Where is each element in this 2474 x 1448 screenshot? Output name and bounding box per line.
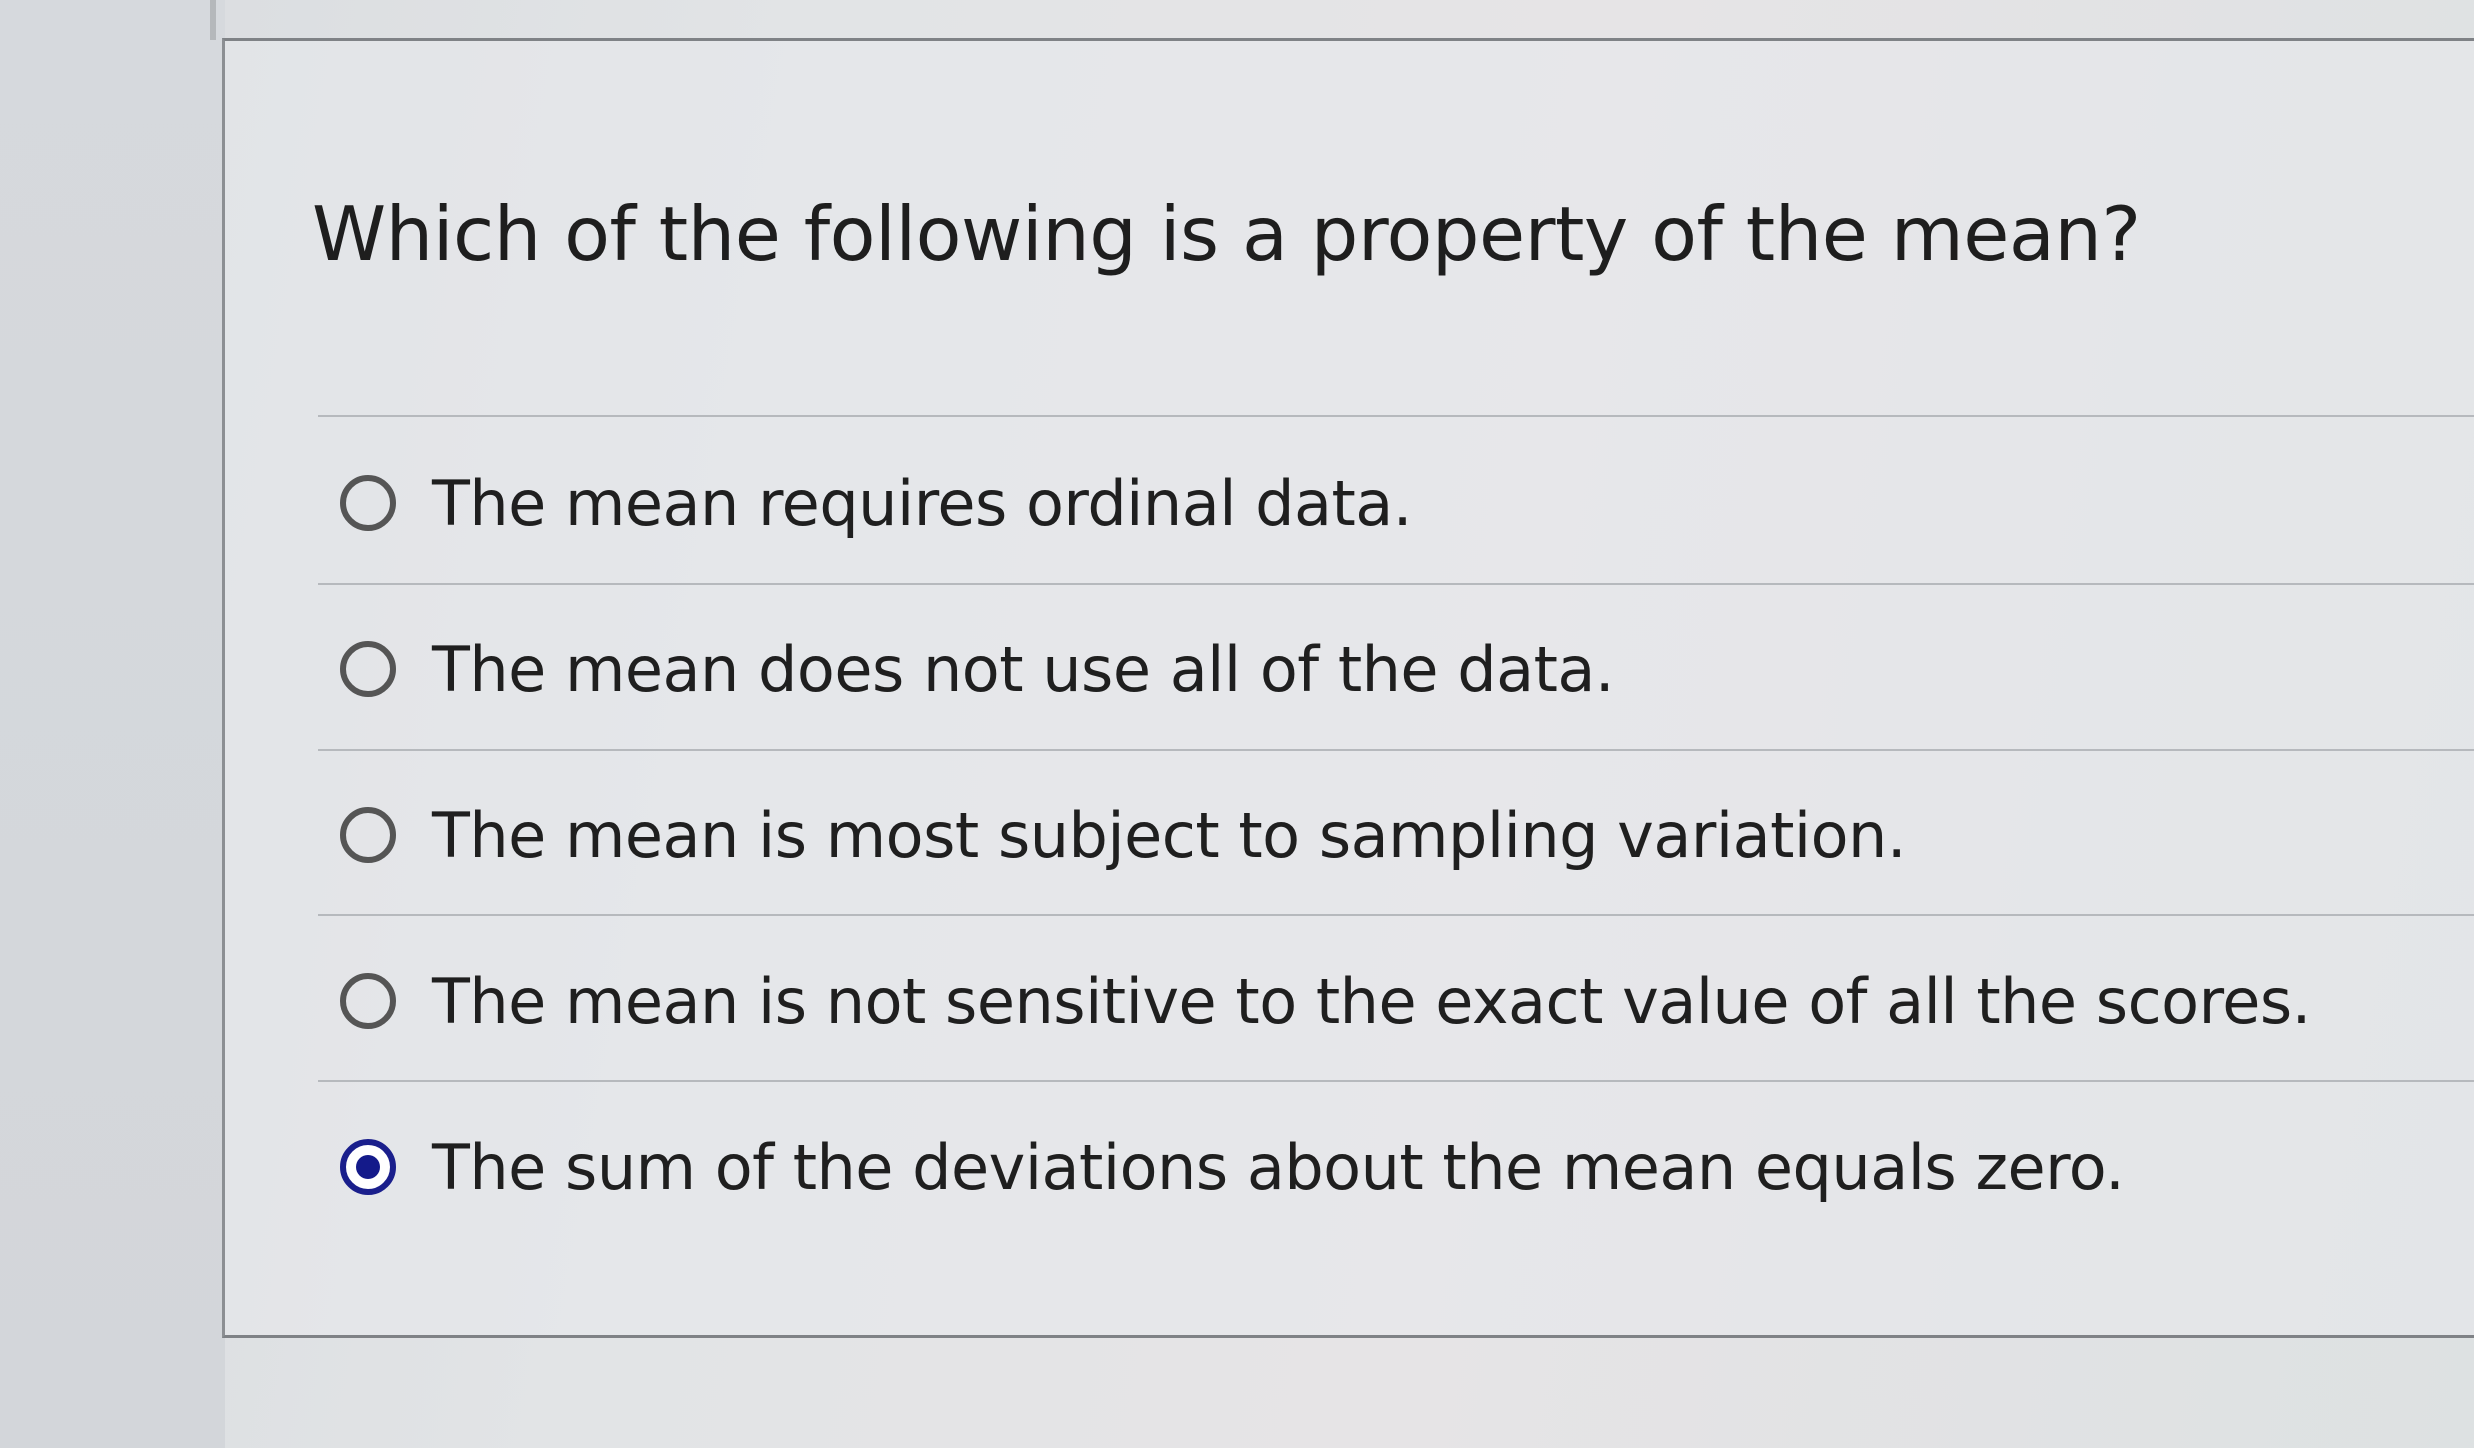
- answer-option-label: The mean is most subject to sampling var…: [432, 798, 1907, 872]
- question-text: Which of the following is a property of …: [312, 190, 2141, 278]
- radio-button-icon[interactable]: [340, 973, 396, 1029]
- answer-option-4[interactable]: The mean is not sensitive to the exact v…: [340, 946, 2311, 1056]
- divider: [318, 415, 2474, 417]
- divider: [318, 749, 2474, 751]
- answer-option-label: The mean requires ordinal data.: [432, 466, 1412, 540]
- answer-option-label: The mean does not use all of the data.: [432, 632, 1615, 706]
- left-margin: [0, 0, 225, 1448]
- answer-option-5[interactable]: The sum of the deviations about the mean…: [340, 1112, 2125, 1222]
- page: Which of the following is a property of …: [0, 0, 2474, 1448]
- answer-option-1[interactable]: The mean requires ordinal data.: [340, 448, 1412, 558]
- answer-option-label: The sum of the deviations about the mean…: [432, 1130, 2125, 1204]
- divider: [318, 583, 2474, 585]
- answer-option-2[interactable]: The mean does not use all of the data.: [340, 614, 1615, 724]
- radio-button-icon[interactable]: [340, 807, 396, 863]
- radio-button-icon[interactable]: [340, 475, 396, 531]
- top-rule: [210, 0, 216, 40]
- radio-button-icon[interactable]: [340, 641, 396, 697]
- divider: [318, 1080, 2474, 1082]
- radio-button-selected-icon[interactable]: [340, 1139, 396, 1195]
- answer-option-label: The mean is not sensitive to the exact v…: [432, 964, 2311, 1038]
- divider: [318, 914, 2474, 916]
- answer-option-3[interactable]: The mean is most subject to sampling var…: [340, 780, 1907, 890]
